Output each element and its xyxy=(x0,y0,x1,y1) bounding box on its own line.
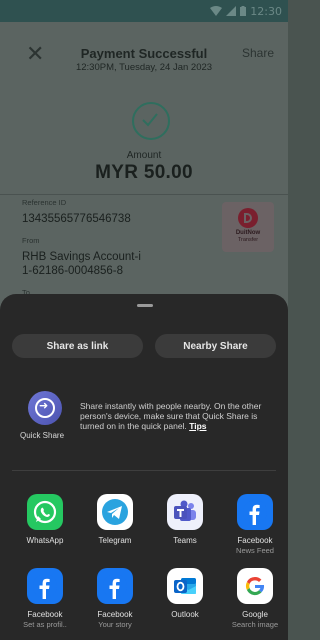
app-name: Outlook xyxy=(171,610,199,619)
share-target-google-search-image[interactable]: Google Search image xyxy=(222,568,288,629)
share-target-facebook-story[interactable]: Facebook Your story xyxy=(82,568,148,629)
from-account-number: 1-62186-0004856-8 xyxy=(22,265,124,277)
app-name: Facebook xyxy=(237,536,273,545)
app-subtitle: Search image xyxy=(231,620,279,629)
status-time: 12:30 xyxy=(250,4,282,18)
share-sheet: Share as link Nearby Share Quick Share S… xyxy=(0,294,288,640)
app-subtitle: News Feed xyxy=(236,546,274,555)
amount-label: Amount xyxy=(126,150,162,161)
amount-value: MYR 50.00 xyxy=(95,162,193,183)
duitnow-sublabel: Transfer xyxy=(237,237,259,243)
telegram-icon xyxy=(97,494,133,530)
duitnow-badge: DuitNow Transfer xyxy=(222,202,274,252)
facebook-icon xyxy=(27,568,63,604)
divider xyxy=(0,194,288,195)
quick-share-text: Share instantly with people nearby. On t… xyxy=(80,401,262,431)
app-subtitle: Your story xyxy=(98,620,132,629)
share-target-whatsapp[interactable]: WhatsApp xyxy=(12,494,78,546)
app-name: Facebook xyxy=(27,610,63,619)
google-icon xyxy=(237,568,273,604)
share-target-facebook-profile[interactable]: Facebook Set as profil.. xyxy=(12,568,78,629)
app-name: Facebook xyxy=(97,610,133,619)
app-name: Telegram xyxy=(98,536,132,545)
wifi-icon xyxy=(210,6,223,16)
reference-label: Reference ID xyxy=(22,198,67,207)
tips-link[interactable]: Tips xyxy=(189,421,206,431)
sheet-drag-handle[interactable] xyxy=(137,304,153,307)
nearby-share-button[interactable]: Nearby Share xyxy=(155,334,276,358)
reference-value: 13435565776546738 xyxy=(22,213,131,225)
duitnow-logo-icon xyxy=(238,208,258,228)
app-name: WhatsApp xyxy=(26,536,64,545)
quick-share-description: Share instantly with people nearby. On t… xyxy=(80,401,268,431)
share-as-link-button[interactable]: Share as link xyxy=(12,334,143,358)
duitnow-label: DuitNow xyxy=(235,230,261,236)
divider xyxy=(12,470,276,471)
signal-icon xyxy=(226,6,237,16)
teams-icon xyxy=(167,494,203,530)
page-subtitle: 12:30PM, Tuesday, 24 Jan 2023 xyxy=(75,62,213,73)
from-account-name: RHB Savings Account-i xyxy=(22,251,141,263)
app-name: Teams xyxy=(173,536,197,545)
status-bar: 12:30 xyxy=(0,0,288,22)
outlook-icon xyxy=(167,568,203,604)
share-target-facebook-news-feed[interactable]: Facebook News Feed xyxy=(222,494,288,555)
share-button[interactable]: Share xyxy=(242,46,274,60)
from-label: From xyxy=(22,236,40,245)
app-subtitle: Set as profil.. xyxy=(23,620,67,629)
share-target-outlook[interactable]: Outlook xyxy=(152,568,218,620)
share-target-teams[interactable]: Teams xyxy=(152,494,218,546)
success-check-icon xyxy=(132,102,170,140)
app-name: Google xyxy=(242,610,268,619)
quick-share-section: Quick Share Share instantly with people … xyxy=(0,379,288,459)
facebook-icon xyxy=(237,494,273,530)
receipt-header: ✕ Payment Successful 12:30PM, Tuesday, 2… xyxy=(0,22,288,82)
facebook-icon xyxy=(97,568,133,604)
share-target-telegram[interactable]: Telegram xyxy=(82,494,148,546)
quick-share-icon[interactable] xyxy=(28,391,62,425)
quick-share-label[interactable]: Quick Share xyxy=(20,431,64,440)
whatsapp-icon xyxy=(27,494,63,530)
battery-icon xyxy=(240,6,247,16)
